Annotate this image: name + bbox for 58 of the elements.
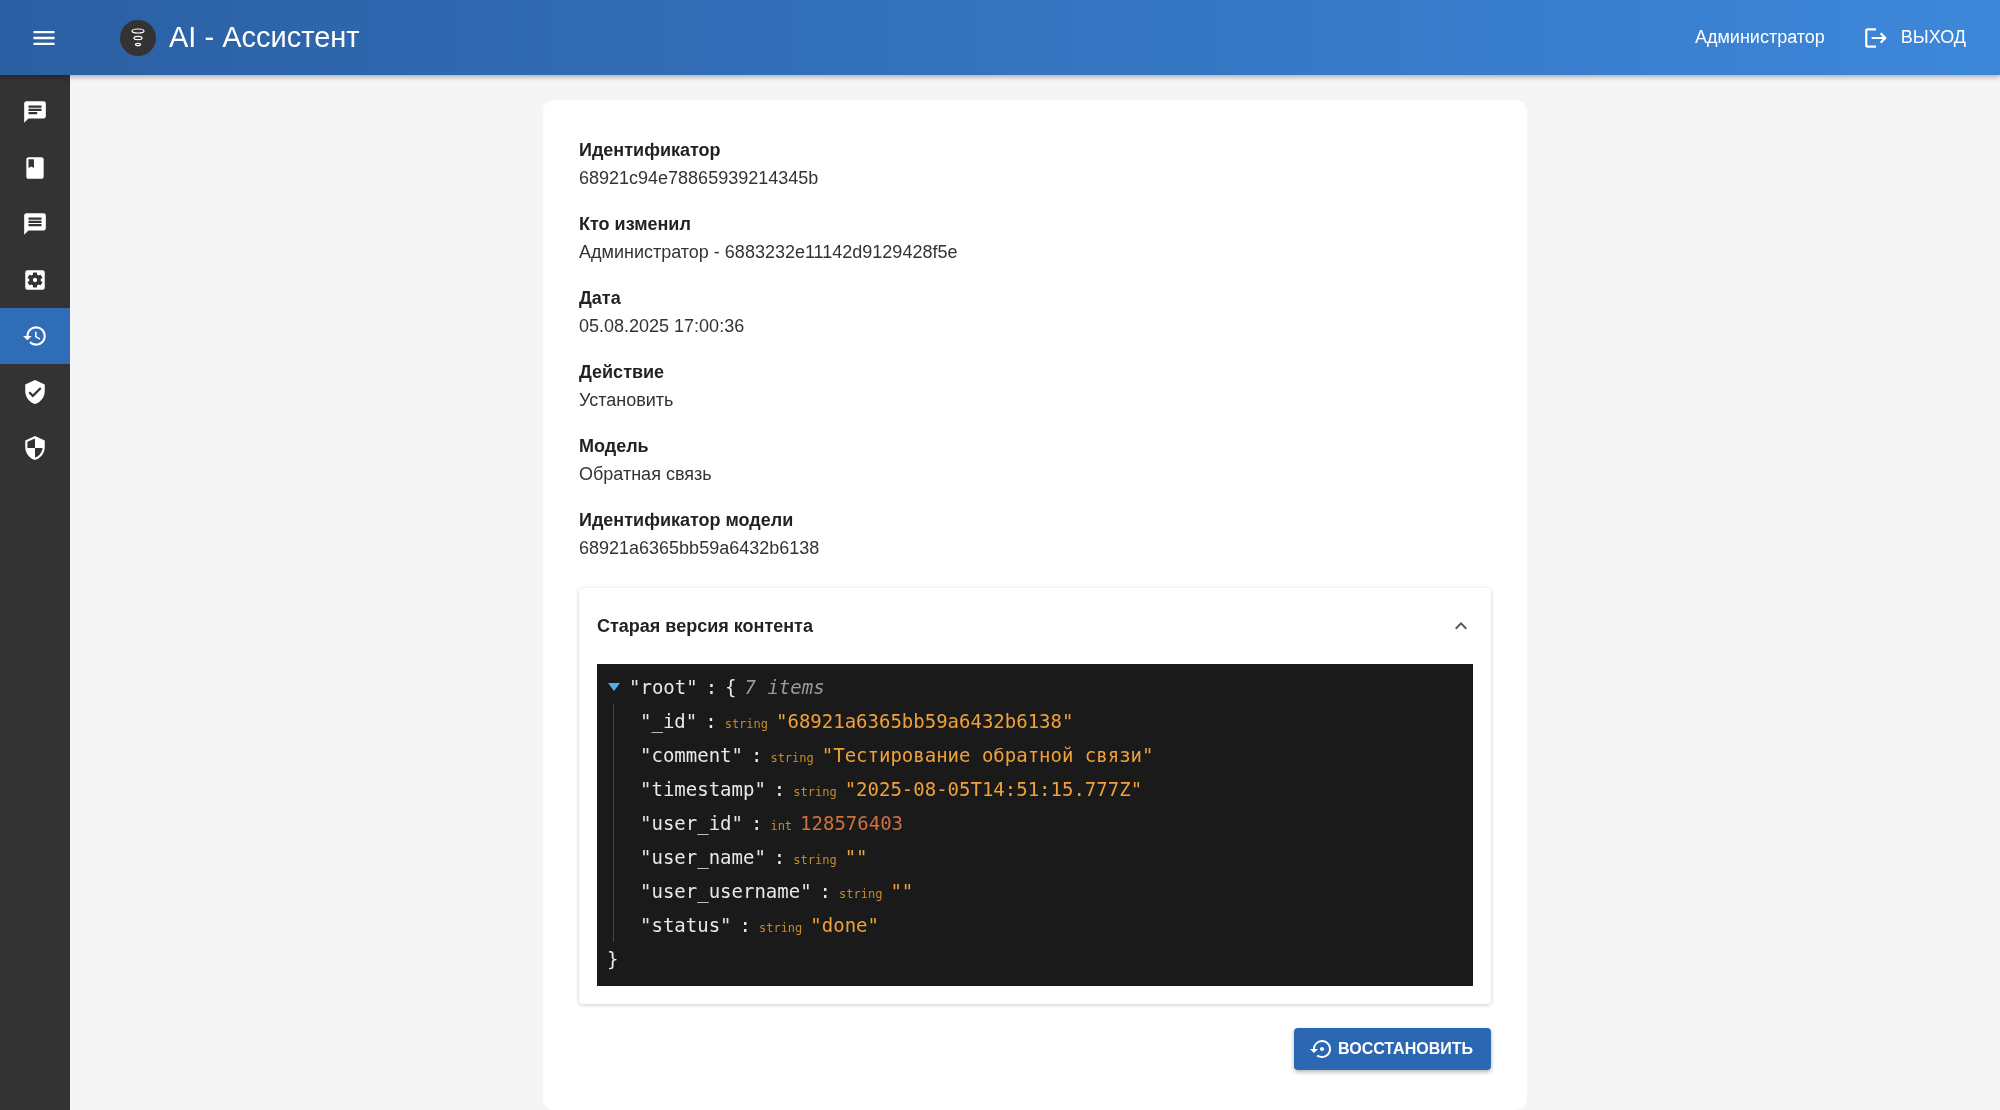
json-value: 128576403 xyxy=(800,811,904,836)
json-key: "root" xyxy=(629,670,698,704)
json-type: string xyxy=(839,886,883,903)
json-key: "_id" xyxy=(640,704,698,738)
json-colon: : xyxy=(750,743,763,768)
json-item-count: 7 items xyxy=(744,675,825,700)
user-name: Администратор xyxy=(1694,27,1825,48)
json-brace: { xyxy=(725,675,737,700)
json-key: "status" xyxy=(640,908,732,942)
json-type: string xyxy=(770,750,814,767)
json-type: string xyxy=(793,852,837,869)
app-title: AI - Ассистент xyxy=(169,21,361,54)
json-colon: : xyxy=(705,709,717,734)
field-label: Модель xyxy=(579,435,650,458)
json-colon: : xyxy=(773,845,786,870)
json-value: "Тестирование обратной связи" xyxy=(821,743,1154,768)
restore-button[interactable]: ВОССТАНОВИТЬ xyxy=(1294,1028,1491,1070)
json-brace: } xyxy=(607,947,619,972)
json-key: "user_id" xyxy=(640,806,743,840)
field-label: Идентификатор xyxy=(579,139,722,162)
json-colon: : xyxy=(773,777,786,802)
logo-icon xyxy=(120,19,156,56)
settings-icon xyxy=(22,267,48,293)
verified-shield-icon xyxy=(22,379,48,405)
json-type: string xyxy=(724,716,768,733)
field-value: 68921c94e78865939214345b xyxy=(579,167,820,190)
chat-icon xyxy=(22,99,48,125)
json-type: int xyxy=(770,818,793,835)
json-colon: : xyxy=(750,811,763,836)
field-value: Установить xyxy=(579,389,675,412)
logout-button[interactable]: ВЫХОД xyxy=(1858,20,1970,55)
field-value: 68921a6365bb59a6432b6138 xyxy=(579,537,821,560)
field-value: Обратная связь xyxy=(579,463,713,486)
history-icon xyxy=(22,323,48,349)
json-key: "comment" xyxy=(640,738,743,772)
json-key: "user_username" xyxy=(640,874,812,908)
accordion-header[interactable]: Старая версия контента xyxy=(597,588,1473,664)
json-value: "" xyxy=(844,845,868,870)
json-key: "timestamp" xyxy=(640,772,766,806)
triangle-down-icon[interactable] xyxy=(607,682,621,692)
message-icon xyxy=(22,211,48,237)
shield-icon xyxy=(22,435,48,461)
json-value: "" xyxy=(890,879,914,904)
json-type: string xyxy=(758,920,803,937)
json-value: "68921a6365bb59a6432b6138" xyxy=(776,709,1074,734)
json-key: "user_name" xyxy=(640,840,766,874)
field-label: Действие xyxy=(579,361,666,384)
field-value: Администратор - 6883232e11142d9129428f5e xyxy=(579,241,959,264)
json-colon: : xyxy=(705,675,718,700)
json-colon: : xyxy=(739,913,751,938)
json-type: string xyxy=(793,784,837,801)
field-value: 05.08.2025 17:00:36 xyxy=(579,315,746,338)
json-colon: : xyxy=(819,879,832,904)
json-value: "done" xyxy=(810,913,879,938)
json-value: "2025-08-05T14:51:15.777Z" xyxy=(844,777,1143,802)
field-label: Дата xyxy=(579,287,622,310)
field-label: Идентификатор модели xyxy=(579,509,795,532)
field-label: Кто изменил xyxy=(579,213,692,236)
